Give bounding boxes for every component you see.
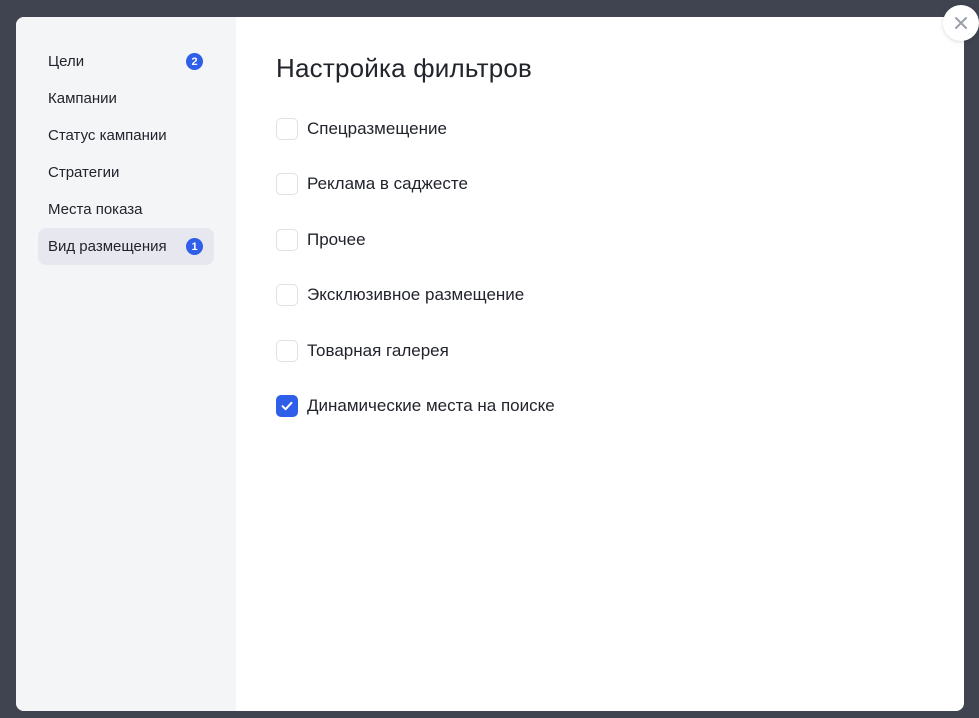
option-label: Динамические места на поиске	[307, 395, 555, 415]
sidebar-item-label: Статус кампании	[48, 127, 167, 144]
option-label: Эксклюзивное размещение	[307, 285, 525, 305]
checkbox[interactable]	[276, 394, 298, 417]
filter-option-dynamic-search-places[interactable]: Динамические места на поиске	[276, 394, 555, 450]
filter-option-exclusive-placement[interactable]: Эксклюзивное размещение	[276, 284, 555, 339]
filter-categories-sidebar: Цели 2 Кампании Статус кампании Стратеги…	[16, 17, 236, 711]
count-badge: 2	[186, 53, 203, 70]
checkbox[interactable]	[276, 118, 298, 140]
filter-option-suggest-ads[interactable]: Реклама в саджесте	[276, 173, 555, 228]
sidebar-item-label: Вид размещения	[48, 238, 167, 255]
filter-options-list: Спецразмещение Реклама в саджесте Прочее…	[276, 118, 555, 450]
filter-settings-dialog: Цели 2 Кампании Статус кампании Стратеги…	[16, 17, 964, 711]
sidebar-item-placements[interactable]: Места показа	[38, 191, 214, 228]
option-label: Прочее	[307, 229, 366, 249]
sidebar-item-placement-type[interactable]: Вид размещения 1	[38, 228, 214, 265]
option-label: Товарная галерея	[307, 340, 449, 360]
close-button[interactable]	[943, 5, 979, 41]
sidebar-item-goals[interactable]: Цели 2	[38, 43, 214, 80]
filter-option-other[interactable]: Прочее	[276, 228, 555, 284]
count-badge: 1	[186, 238, 203, 255]
close-icon	[955, 17, 967, 29]
option-label: Спецразмещение	[307, 119, 447, 138]
sidebar-item-campaign-status[interactable]: Статус кампании	[38, 117, 214, 154]
checkmark-icon	[281, 401, 293, 411]
sidebar-item-label: Цели	[48, 53, 85, 70]
checkbox[interactable]	[276, 228, 298, 251]
sidebar-item-strategies[interactable]: Стратегии	[38, 154, 214, 191]
sidebar-item-label: Стратегии	[48, 164, 120, 181]
checkbox[interactable]	[276, 284, 298, 307]
sidebar-item-campaigns[interactable]: Кампании	[38, 80, 214, 117]
checkbox[interactable]	[276, 173, 298, 196]
option-label: Реклама в саджесте	[307, 174, 468, 194]
sidebar-item-label: Кампании	[48, 90, 117, 107]
filter-content-panel: Настройка фильтров Спецразмещение Реклам…	[236, 17, 964, 711]
filter-option-special-placement[interactable]: Спецразмещение	[276, 118, 555, 173]
page-title: Настройка фильтров	[276, 53, 533, 83]
filter-option-product-gallery[interactable]: Товарная галерея	[276, 339, 555, 395]
sidebar-item-label: Места показа	[48, 201, 143, 218]
checkbox[interactable]	[276, 339, 298, 362]
